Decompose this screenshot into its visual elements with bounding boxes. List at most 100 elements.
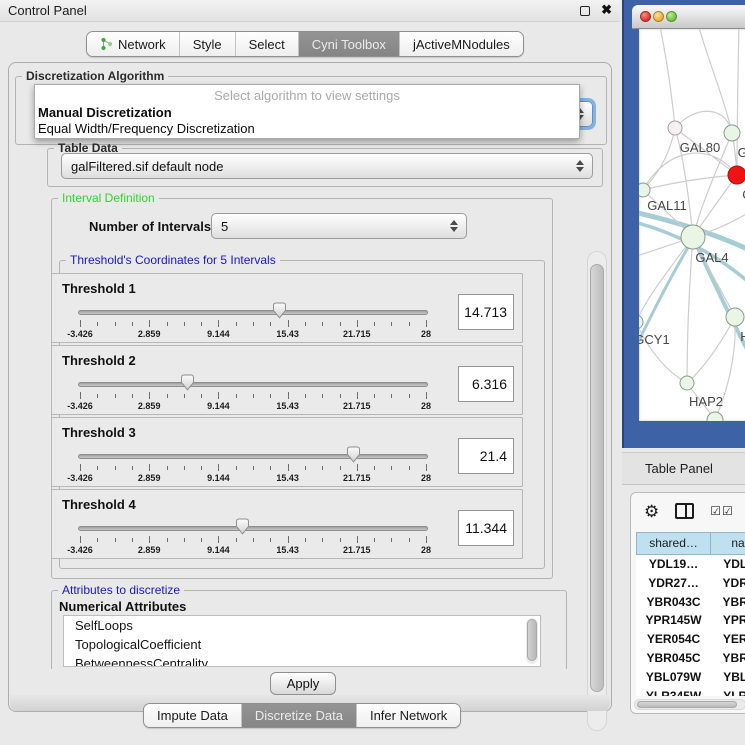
threshold-row: Threshold 4-3.4262.8599.14415.4321.71528… xyxy=(51,489,523,559)
zoom-traffic-light-icon[interactable] xyxy=(666,11,677,22)
table-row[interactable]: YER054CYER0 xyxy=(636,630,745,649)
network-edge[interactable] xyxy=(687,317,735,383)
popup-item[interactable]: Equal Width/Frequency Discretization xyxy=(35,120,579,136)
network-node[interactable] xyxy=(681,225,705,249)
threshold-value-field[interactable]: 14.713 xyxy=(458,294,514,330)
close-traffic-light-icon[interactable] xyxy=(640,11,651,22)
table-toolbar: ⚙ ☑☑ xyxy=(631,497,745,525)
table-row[interactable]: YBR045CYBR0 xyxy=(636,649,745,668)
network-node[interactable] xyxy=(680,376,694,390)
slider-thumb[interactable] xyxy=(180,374,195,391)
tab-select[interactable]: Select xyxy=(236,32,299,56)
network-node[interactable] xyxy=(639,183,650,197)
network-edge[interactable] xyxy=(643,175,737,190)
tab-cyni-toolbox[interactable]: Cyni Toolbox xyxy=(299,32,400,56)
apply-button[interactable]: Apply xyxy=(270,672,336,695)
network-node[interactable] xyxy=(728,166,745,184)
num-intervals-combobox[interactable]: 5 xyxy=(211,213,467,239)
table-cell: YBL0 xyxy=(711,668,745,687)
network-node[interactable] xyxy=(639,315,643,329)
slider-tick-labels: -3.4262.8599.14415.4321.71528 xyxy=(80,329,426,340)
network-edge[interactable] xyxy=(687,237,693,383)
slider-thumb[interactable] xyxy=(235,518,250,535)
table-cell: YBL079W xyxy=(636,668,711,687)
tab-jactivemnodules[interactable]: jActiveMNodules xyxy=(400,32,523,56)
threshold-value-field[interactable]: 6.316 xyxy=(458,366,514,402)
table-cell: YBR0 xyxy=(711,649,745,668)
slider-thumb[interactable] xyxy=(272,302,287,319)
panel-title: Control Panel xyxy=(8,3,87,18)
node-label: GAL80 xyxy=(680,140,720,155)
numerical-attributes-list[interactable]: SelfLoopsTopologicalCoefficientBetweenne… xyxy=(63,615,541,667)
slider-track[interactable] xyxy=(78,382,428,387)
network-edge[interactable] xyxy=(693,237,735,317)
group-title: Interval Definition xyxy=(58,191,159,205)
table-row[interactable]: YDR27…YDR2 xyxy=(636,574,745,593)
slider-thumb[interactable] xyxy=(346,446,361,463)
minimize-traffic-light-icon[interactable] xyxy=(653,11,664,22)
attribute-list-item[interactable]: SelfLoops xyxy=(64,616,540,635)
slider-track[interactable] xyxy=(78,310,428,315)
table-data-combobox[interactable]: galFiltered.sif default node xyxy=(61,153,593,179)
network-edge[interactable] xyxy=(675,111,732,133)
network-edge[interactable] xyxy=(697,29,732,133)
slider-tick-labels: -3.4262.8599.14415.4321.71528 xyxy=(80,401,426,412)
list-scrollbar[interactable] xyxy=(526,618,538,664)
tab-label: Style xyxy=(193,37,222,52)
table-row[interactable]: YBR043CYBR0 xyxy=(636,593,745,612)
split-columns-icon[interactable] xyxy=(675,503,694,519)
threshold-row: Threshold 2 -3.4262.8599.14415.4321.71528… xyxy=(51,345,523,415)
network-node[interactable] xyxy=(726,308,744,326)
table-row[interactable]: YBL079WYBL0 xyxy=(636,668,745,687)
table-row[interactable]: YPR145WYPR1 xyxy=(636,611,745,630)
network-canvas[interactable]: GAL80GACGAL11GAL4HGCY1HAP2 xyxy=(639,29,745,421)
slider-track[interactable] xyxy=(78,526,428,531)
table-cell: YDL19… xyxy=(636,555,711,574)
column-header[interactable]: na xyxy=(711,532,745,555)
table-data-selected: galFiltered.sif default node xyxy=(71,159,223,174)
threshold-value-field[interactable]: 11.344 xyxy=(458,510,514,546)
table-row[interactable]: YDL19…YDL1 xyxy=(636,555,745,574)
attribute-list-item[interactable]: TopologicalCoefficient xyxy=(64,635,540,654)
tab-discretize-data[interactable]: Discretize Data xyxy=(242,704,357,727)
tab-infer-network[interactable]: Infer Network xyxy=(357,704,460,727)
slider-ticks xyxy=(80,536,426,544)
close-icon[interactable]: ✖ xyxy=(601,2,612,18)
network-node[interactable] xyxy=(724,125,740,141)
slider-track[interactable] xyxy=(78,454,428,459)
tab-label: Impute Data xyxy=(157,708,228,723)
tab-style[interactable]: Style xyxy=(180,32,236,56)
threshold-label: Threshold 3 xyxy=(62,425,136,440)
settings-scrollbar[interactable] xyxy=(587,251,607,731)
table-cell: YBR045C xyxy=(636,649,711,668)
gear-icon[interactable]: ⚙ xyxy=(644,503,659,520)
float-window-icon[interactable] xyxy=(580,6,590,16)
network-window-titlebar[interactable] xyxy=(632,5,745,29)
table-cell: YLR345W xyxy=(636,687,711,696)
network-node[interactable] xyxy=(668,121,682,135)
table-horizontal-scrollbar[interactable] xyxy=(634,699,745,710)
threshold-value-field[interactable]: 21.4 xyxy=(458,438,514,474)
select-columns-icon[interactable]: ☑☑ xyxy=(710,504,734,518)
control-panel-titlebar: Control Panel ✖ xyxy=(0,0,620,22)
threshold-label: Threshold 2 xyxy=(62,353,136,368)
tab-network[interactable]: Network xyxy=(87,32,180,56)
node-table[interactable]: shared…na YDL19…YDL1YDR27…YDR2YBR043CYBR… xyxy=(636,532,745,696)
stepper-icon xyxy=(575,154,585,178)
top-tab-bar: Network Style SelectCyni ToolboxjActiveMNo… xyxy=(86,31,524,57)
tab-impute-data[interactable]: Impute Data xyxy=(144,704,242,727)
table-cell: YBR0 xyxy=(711,593,745,612)
network-edge[interactable] xyxy=(643,128,675,190)
group-title: Discretization Algorithm xyxy=(22,69,168,83)
group-title: Attributes to discretize xyxy=(58,583,184,597)
network-edge[interactable] xyxy=(659,29,675,128)
table-row[interactable]: YLR345WYLR3 xyxy=(636,687,745,696)
table-panel-title: Table Panel xyxy=(645,461,713,476)
network-edge[interactable] xyxy=(639,237,693,322)
network-node[interactable] xyxy=(707,412,723,421)
column-header[interactable]: shared… xyxy=(636,532,711,555)
popup-item[interactable]: Manual Discretization xyxy=(35,104,579,120)
numerical-attributes-label: Numerical Attributes xyxy=(59,599,186,614)
attribute-list-item[interactable]: BetweennessCentrality xyxy=(64,654,540,667)
threshold-row: Threshold 1-3.4262.8599.14415.4321.71528… xyxy=(51,273,523,343)
